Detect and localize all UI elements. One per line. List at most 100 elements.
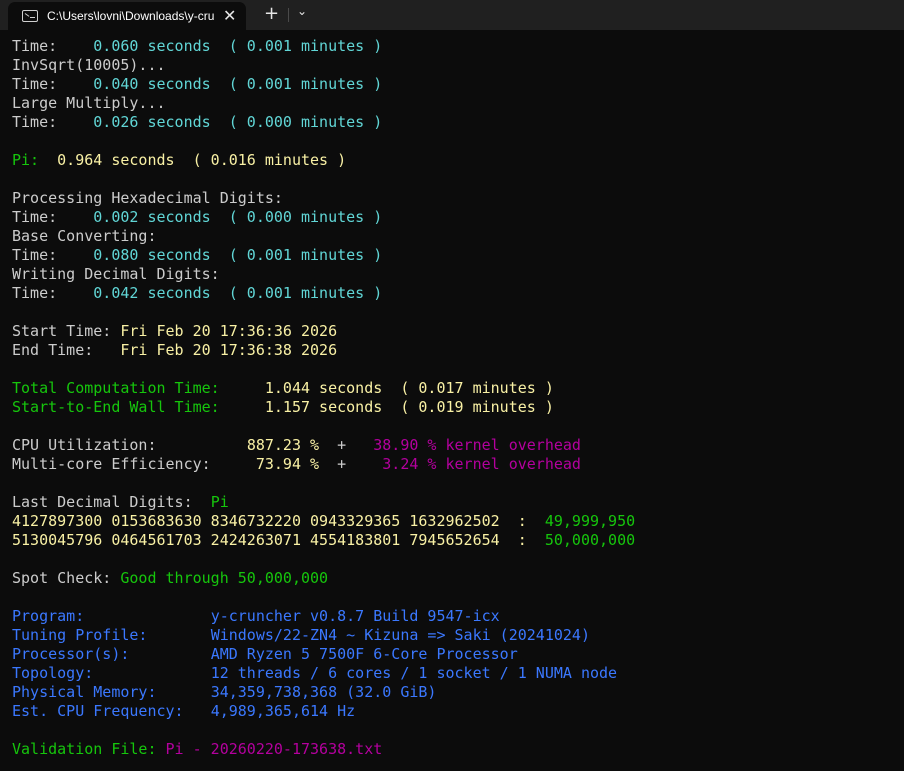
- terminal-text: 34,359,738,368 (32.0 GiB): [210, 683, 437, 701]
- terminal-line: Pi: 0.964 seconds ( 0.016 minutes ): [12, 151, 904, 170]
- terminal-text: Fri Feb 20 17:36:36 2026: [120, 322, 338, 340]
- terminal-text: Pi:: [12, 151, 58, 169]
- terminal-line: Base Converting:: [12, 227, 904, 246]
- terminal-line: CPU Utilization: 887.23 % + 38.90 % kern…: [12, 436, 904, 455]
- terminal-text: Multi-core Efficiency:: [12, 455, 256, 473]
- terminal-text: Tuning Profile:: [12, 626, 211, 644]
- terminal-text: 3.24 % kernel overhead: [382, 455, 581, 473]
- terminal-line: 5130045796 0464561703 2424263071 4554183…: [12, 531, 904, 550]
- terminal-text: 4127897300 0153683630 8346732220 0943329…: [12, 512, 545, 530]
- terminal-text: Windows/22-ZN4 ~ Kizuna => Saki (2024102…: [210, 626, 590, 644]
- terminal-tab[interactable]: C:\Users\lovni\Downloads\y-cruncher ✕: [8, 2, 246, 30]
- terminal-text: 1.044 seconds ( 0.017 minutes ): [264, 379, 554, 397]
- terminal-line: Total Computation Time: 1.044 seconds ( …: [12, 379, 904, 398]
- terminal-text: 0.080 seconds ( 0.001 minutes ): [93, 246, 383, 264]
- terminal-line: InvSqrt(10005)...: [12, 56, 904, 75]
- terminal-text: 50,000,000: [544, 531, 636, 549]
- terminal-text: +: [319, 436, 374, 454]
- terminal-line: Physical Memory: 34,359,738,368 (32.0 Gi…: [12, 683, 904, 702]
- terminal-text: End Time:: [12, 341, 121, 359]
- chevron-down-icon[interactable]: ⌄: [297, 4, 307, 18]
- terminal-text: CPU Utilization:: [12, 436, 247, 454]
- terminal-text: 0.060 seconds ( 0.001 minutes ): [93, 37, 383, 55]
- terminal-text: Time:: [12, 113, 94, 131]
- terminal-line: Spot Check: Good through 50,000,000: [12, 569, 904, 588]
- terminal-line: Est. CPU Frequency: 4,989,365,614 Hz: [12, 702, 904, 721]
- terminal-line: Tuning Profile: Windows/22-ZN4 ~ Kizuna …: [12, 626, 904, 645]
- terminal-text: 4,989,365,614 Hz: [210, 702, 356, 720]
- terminal-text: Processor(s):: [12, 645, 211, 663]
- terminal-text: Topology:: [12, 664, 211, 682]
- terminal-line: Time: 0.080 seconds ( 0.001 minutes ): [12, 246, 904, 265]
- terminal-line: Multi-core Efficiency: 73.94 % + 3.24 % …: [12, 455, 904, 474]
- close-icon[interactable]: ✕: [223, 6, 236, 25]
- terminal-text: 38.90 % kernel overhead: [373, 436, 581, 454]
- terminal-line: Program: y-cruncher v0.8.7 Build 9547-ic…: [12, 607, 904, 626]
- terminal-text: Spot Check:: [12, 569, 121, 587]
- terminal-text: 0.040 seconds ( 0.001 minutes ): [93, 75, 383, 93]
- terminal-text: Est. CPU Frequency:: [12, 702, 211, 720]
- terminal-text: Pi - 20260220-173638.txt: [165, 740, 383, 758]
- terminal-text: Writing Decimal Digits:: [12, 265, 220, 283]
- tab-bar: C:\Users\lovni\Downloads\y-cruncher ✕ + …: [0, 0, 904, 30]
- terminal-text: 5130045796 0464561703 2424263071 4554183…: [12, 531, 545, 549]
- terminal-output[interactable]: Time: 0.060 seconds ( 0.001 minutes ) Inv…: [12, 37, 904, 759]
- terminal-text: AMD Ryzen 5 7500F 6-Core Processor: [210, 645, 518, 663]
- terminal-line: 4127897300 0153683630 8346732220 0943329…: [12, 512, 904, 531]
- terminal-line: Processing Hexadecimal Digits:: [12, 189, 904, 208]
- terminal-text: 73.94 %: [255, 455, 320, 473]
- terminal-line: Time: 0.026 seconds ( 0.000 minutes ): [12, 113, 904, 132]
- terminal-line: Last Decimal Digits: Pi: [12, 493, 904, 512]
- terminal-line: Start Time: Fri Feb 20 17:36:36 2026: [12, 322, 904, 341]
- terminal-text: Processing Hexadecimal Digits:: [12, 189, 283, 207]
- terminal-line: Time: 0.042 seconds ( 0.001 minutes ): [12, 284, 904, 303]
- tab-divider: [288, 8, 289, 22]
- tab-title: C:\Users\lovni\Downloads\y-cruncher: [47, 9, 215, 23]
- new-tab-icon[interactable]: +: [264, 3, 279, 24]
- terminal-text: Start Time:: [12, 322, 121, 340]
- terminal-text: Time:: [12, 246, 94, 264]
- terminal-text: 0.002 seconds ( 0.000 minutes ): [93, 208, 383, 226]
- terminal-text: Total Computation Time:: [12, 379, 265, 397]
- terminal-text: +: [319, 455, 383, 473]
- terminal-text: Pi: [210, 493, 229, 511]
- terminal-icon: [22, 10, 38, 22]
- terminal-text: Start-to-End Wall Time:: [12, 398, 265, 416]
- terminal-line: Validation File: Pi - 20260220-173638.tx…: [12, 740, 904, 759]
- terminal-text: 49,999,950: [544, 512, 636, 530]
- terminal-text: Physical Memory:: [12, 683, 211, 701]
- terminal-text: Base Converting:: [12, 227, 157, 245]
- terminal-text: Program:: [12, 607, 211, 625]
- terminal-text: 1.157 seconds ( 0.019 minutes ): [264, 398, 554, 416]
- terminal-line: Time: 0.060 seconds ( 0.001 minutes ): [12, 37, 904, 56]
- terminal-text: Fri Feb 20 17:36:38 2026: [120, 341, 338, 359]
- terminal-text: 0.964 seconds ( 0.016 minutes ): [57, 151, 347, 169]
- terminal-text: Good through 50,000,000: [120, 569, 329, 587]
- terminal-text: Large Multiply...: [12, 94, 166, 112]
- terminal-text: Time:: [12, 284, 94, 302]
- terminal-text: 887.23 %: [246, 436, 320, 454]
- terminal-line: Topology: 12 threads / 6 cores / 1 socke…: [12, 664, 904, 683]
- terminal-text: InvSqrt(10005)...: [12, 56, 166, 74]
- terminal-text: Last Decimal Digits:: [12, 493, 211, 511]
- terminal-text: Validation File:: [12, 740, 166, 758]
- terminal-line: Processor(s): AMD Ryzen 5 7500F 6-Core P…: [12, 645, 904, 664]
- terminal-line: End Time: Fri Feb 20 17:36:38 2026: [12, 341, 904, 360]
- terminal-text: Time:: [12, 75, 94, 93]
- terminal-text: 0.042 seconds ( 0.001 minutes ): [93, 284, 383, 302]
- terminal-line: Time: 0.002 seconds ( 0.000 minutes ): [12, 208, 904, 227]
- terminal-text: Time:: [12, 208, 94, 226]
- terminal-line: Time: 0.040 seconds ( 0.001 minutes ): [12, 75, 904, 94]
- terminal-line: Large Multiply...: [12, 94, 904, 113]
- terminal-text: 12 threads / 6 cores / 1 socket / 1 NUMA…: [210, 664, 618, 682]
- terminal-text: 0.026 seconds ( 0.000 minutes ): [93, 113, 383, 131]
